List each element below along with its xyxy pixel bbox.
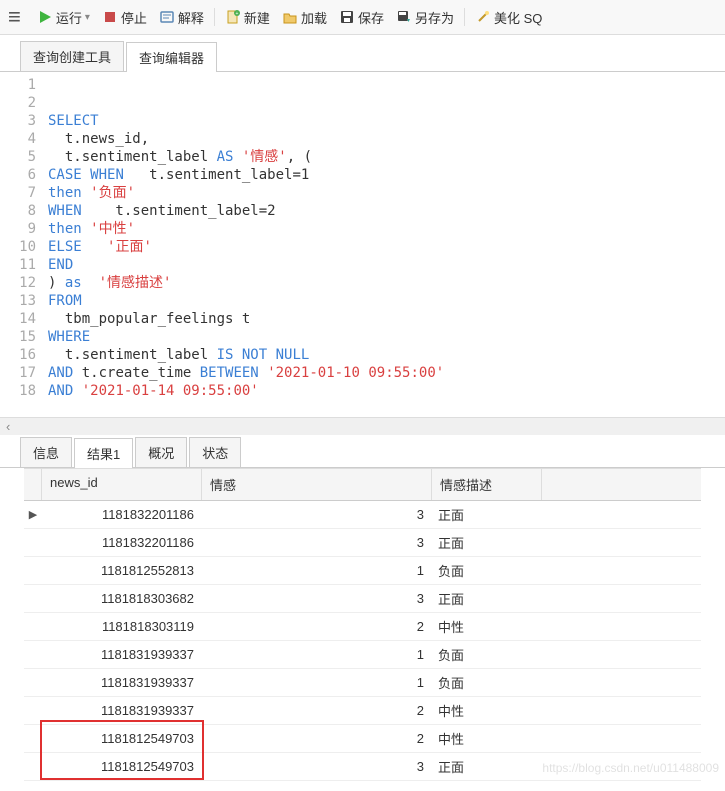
beautify-label: 美化 SQ bbox=[494, 8, 542, 27]
table-row[interactable]: ▶11818322011863正面 bbox=[24, 501, 701, 529]
new-button[interactable]: + 新建 bbox=[221, 6, 274, 29]
saveas-label: 另存为 bbox=[415, 8, 454, 27]
run-label: 运行 bbox=[56, 8, 82, 27]
cell-sentiment[interactable]: 1 bbox=[202, 675, 432, 690]
saveas-button[interactable]: 另存为 bbox=[392, 6, 458, 29]
separator bbox=[214, 8, 215, 26]
menu-icon[interactable]: ≡ bbox=[8, 4, 29, 30]
row-marker: ▶ bbox=[24, 508, 42, 521]
table-row[interactable]: 11818183036823正面 bbox=[24, 585, 701, 613]
cell-newsid[interactable]: 1181832201186 bbox=[42, 507, 202, 522]
result-tabs: 信息 结果1 概况 状态 bbox=[0, 435, 725, 468]
tab-query-editor[interactable]: 查询编辑器 bbox=[126, 42, 217, 72]
tab-status[interactable]: 状态 bbox=[189, 437, 241, 467]
separator bbox=[464, 8, 465, 26]
editor-tabs: 查询创建工具 查询编辑器 bbox=[0, 37, 725, 72]
table-row[interactable]: 11818319393371负面 bbox=[24, 641, 701, 669]
explain-icon bbox=[159, 9, 175, 25]
cell-desc[interactable]: 正面 bbox=[432, 505, 542, 524]
new-icon: + bbox=[225, 9, 241, 25]
cell-desc[interactable]: 负面 bbox=[432, 673, 542, 692]
load-label: 加载 bbox=[301, 8, 327, 27]
tab-info[interactable]: 信息 bbox=[20, 437, 72, 467]
cell-newsid[interactable]: 1181831939337 bbox=[42, 675, 202, 690]
cell-desc[interactable]: 负面 bbox=[432, 561, 542, 580]
stop-icon bbox=[102, 9, 118, 25]
cell-sentiment[interactable]: 2 bbox=[202, 731, 432, 746]
cell-newsid[interactable]: 1181818303682 bbox=[42, 591, 202, 606]
table-row[interactable]: 11818319393371负面 bbox=[24, 669, 701, 697]
save-icon bbox=[339, 9, 355, 25]
table-row[interactable]: 11818183031192中性 bbox=[24, 613, 701, 641]
main-toolbar: ≡ 运行 ▾ 停止 解释 + 新建 加载 保存 另存为 美化 SQ bbox=[0, 0, 725, 35]
cell-desc[interactable]: 中性 bbox=[432, 701, 542, 720]
tab-result1[interactable]: 结果1 bbox=[74, 438, 133, 468]
cell-sentiment[interactable]: 1 bbox=[202, 647, 432, 662]
save-label: 保存 bbox=[358, 8, 384, 27]
cell-sentiment[interactable]: 1 bbox=[202, 563, 432, 578]
explain-button[interactable]: 解释 bbox=[155, 6, 208, 29]
cell-desc[interactable]: 正面 bbox=[432, 757, 542, 776]
col-header-desc[interactable]: 情感描述 bbox=[432, 469, 542, 500]
cell-desc[interactable]: 负面 bbox=[432, 645, 542, 664]
cell-newsid[interactable]: 1181831939337 bbox=[42, 647, 202, 662]
col-header-sentiment[interactable]: 情感 bbox=[202, 469, 432, 500]
cell-sentiment[interactable]: 3 bbox=[202, 591, 432, 606]
watermark: https://blog.csdn.net/u011488009 bbox=[542, 761, 719, 775]
cell-desc[interactable]: 正面 bbox=[432, 589, 542, 608]
cell-newsid[interactable]: 1181832201186 bbox=[42, 535, 202, 550]
stop-label: 停止 bbox=[121, 8, 147, 27]
cell-newsid[interactable]: 1181812552813 bbox=[42, 563, 202, 578]
highlight-box bbox=[40, 720, 204, 780]
result-panel: news_id 情感 情感描述 ▶11818322011863正面1181832… bbox=[0, 468, 725, 781]
sql-editor[interactable]: 123456789101112131415161718 SELECT t.new… bbox=[0, 72, 725, 417]
grid-header: news_id 情感 情感描述 bbox=[24, 468, 701, 501]
cell-sentiment[interactable]: 3 bbox=[202, 535, 432, 550]
dropdown-icon: ▾ bbox=[85, 12, 90, 23]
explain-label: 解释 bbox=[178, 8, 204, 27]
table-row[interactable]: 11818322011863正面 bbox=[24, 529, 701, 557]
cell-desc[interactable]: 中性 bbox=[432, 729, 542, 748]
save-button[interactable]: 保存 bbox=[335, 6, 388, 29]
run-button[interactable]: 运行 ▾ bbox=[33, 6, 94, 29]
horizontal-scrollbar[interactable]: ‹ bbox=[0, 417, 725, 435]
row-marker-header bbox=[24, 469, 42, 500]
load-button[interactable]: 加载 bbox=[278, 6, 331, 29]
tab-query-builder[interactable]: 查询创建工具 bbox=[20, 41, 124, 71]
cell-sentiment[interactable]: 3 bbox=[202, 759, 432, 774]
code-area[interactable]: SELECT t.news_id, t.sentiment_label AS '… bbox=[48, 76, 725, 413]
new-label: 新建 bbox=[244, 8, 270, 27]
tab-profile[interactable]: 概况 bbox=[135, 437, 187, 467]
beautify-button[interactable]: 美化 SQ bbox=[471, 6, 546, 29]
stop-button[interactable]: 停止 bbox=[98, 6, 151, 29]
cell-newsid[interactable]: 1181831939337 bbox=[42, 703, 202, 718]
load-icon bbox=[282, 9, 298, 25]
cell-desc[interactable]: 正面 bbox=[432, 533, 542, 552]
line-gutter: 123456789101112131415161718 bbox=[0, 76, 48, 413]
saveas-icon bbox=[396, 9, 412, 25]
cell-desc[interactable]: 中性 bbox=[432, 617, 542, 636]
wand-icon bbox=[475, 9, 491, 25]
play-icon bbox=[37, 9, 53, 25]
cell-sentiment[interactable]: 2 bbox=[202, 703, 432, 718]
table-row[interactable]: 11818125528131负面 bbox=[24, 557, 701, 585]
cell-newsid[interactable]: 1181818303119 bbox=[42, 619, 202, 634]
svg-text:+: + bbox=[235, 11, 238, 17]
cell-sentiment[interactable]: 2 bbox=[202, 619, 432, 634]
cell-sentiment[interactable]: 3 bbox=[202, 507, 432, 522]
col-header-newsid[interactable]: news_id bbox=[42, 469, 202, 500]
